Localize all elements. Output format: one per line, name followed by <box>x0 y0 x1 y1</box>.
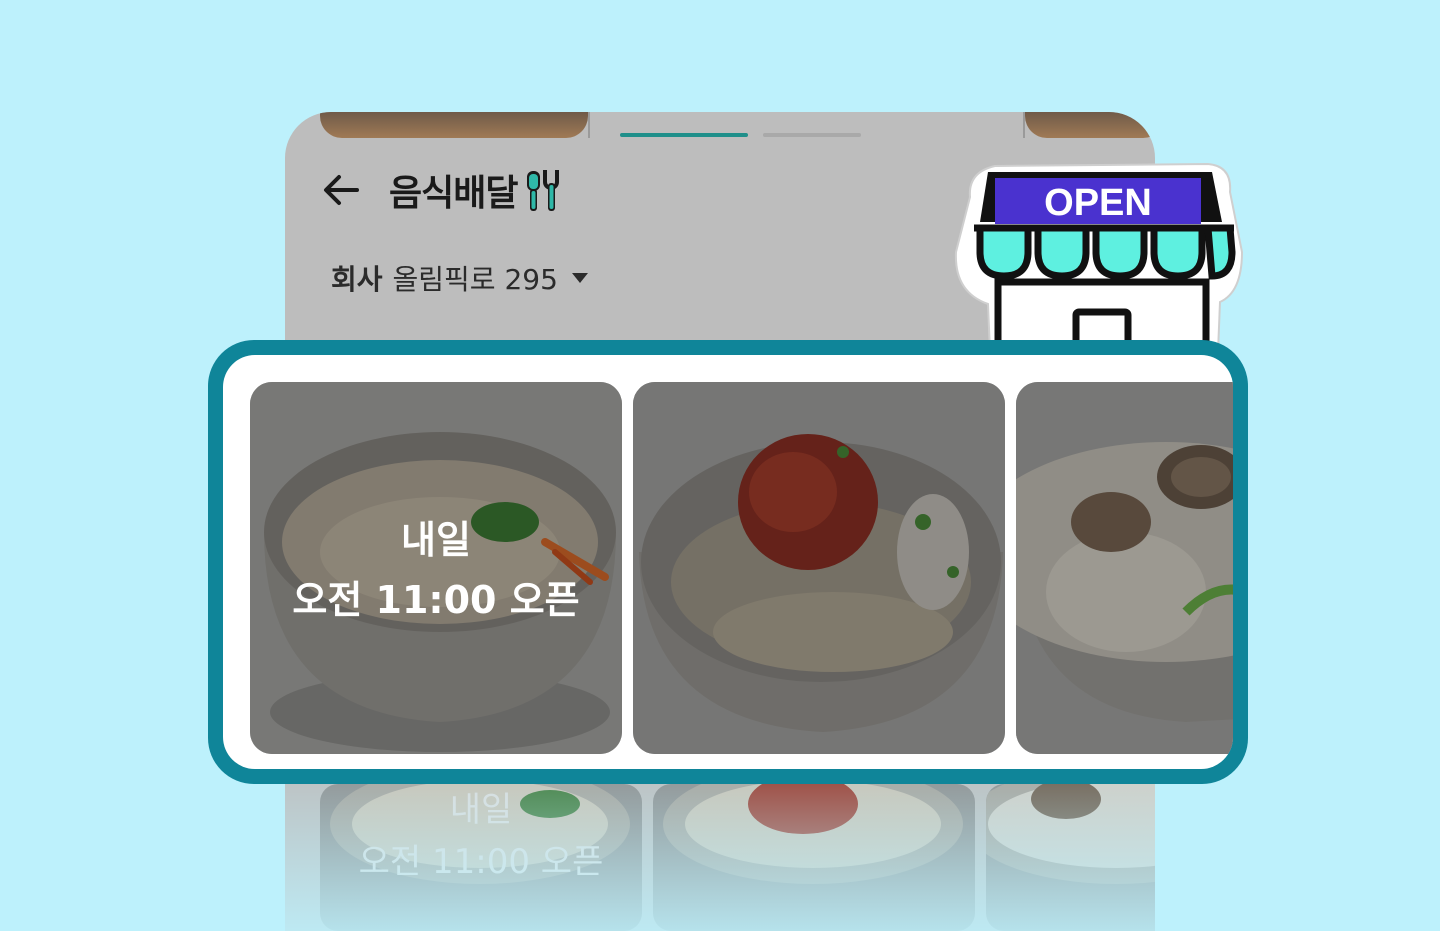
cutlery-icon <box>527 170 560 211</box>
restaurant-tile[interactable] <box>633 382 1005 754</box>
storefront-icon: OPEN <box>954 162 1244 352</box>
restaurant-carousel-highlight: 내일 오전 11:00 오픈 <box>208 340 1248 784</box>
next-item-peek <box>1025 112 1155 138</box>
tab-indicator <box>620 133 748 137</box>
open-status-time: 오전 11:00 오픈 <box>292 578 580 622</box>
closed-overlay <box>1016 382 1233 754</box>
previous-item-peek <box>320 112 588 138</box>
restaurant-tile[interactable] <box>1016 382 1233 754</box>
divider <box>588 112 590 138</box>
restaurant-carousel[interactable]: 내일 오전 11:00 오픈 <box>223 355 1233 769</box>
list-item <box>986 784 1155 931</box>
open-badge-text: OPEN <box>1044 182 1152 224</box>
open-status-day: 내일 <box>401 518 471 562</box>
list-item <box>653 784 975 931</box>
page-title: 음식배달 <box>389 173 518 214</box>
arrow-left-icon[interactable] <box>321 170 361 210</box>
address-value: 올림픽로 295 <box>392 263 558 296</box>
caret-down-icon <box>571 273 588 283</box>
tab-indicator-inactive <box>763 133 861 137</box>
noodle-image <box>986 784 1155 884</box>
open-status-time: 오전 11:00 오픈 <box>358 842 604 882</box>
list-item: 내일 오전 11:00 오픈 <box>320 784 642 931</box>
noodle-image <box>663 784 963 884</box>
open-status-day: 내일 <box>449 790 513 830</box>
address-label: 회사 <box>331 263 383 296</box>
restaurant-tile[interactable]: 내일 오전 11:00 오픈 <box>250 382 622 754</box>
app-header: 음식배달 <box>321 167 563 214</box>
closed-overlay <box>633 382 1005 754</box>
address-selector[interactable]: 회사 올림픽로 295 <box>331 258 588 298</box>
